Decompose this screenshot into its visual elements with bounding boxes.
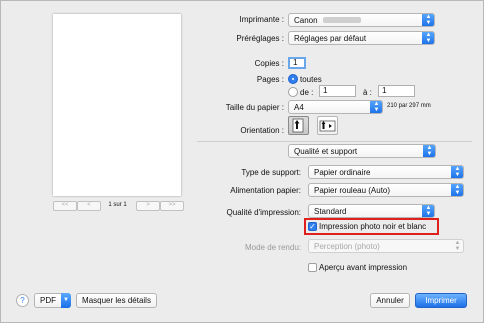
preview-prev-page-button[interactable]: < [77, 201, 101, 211]
preview-next-page-button[interactable]: > [136, 201, 160, 211]
orientation-landscape-button[interactable] [317, 116, 338, 135]
paper-source-value: Papier rouleau (Auto) [314, 186, 391, 195]
section-divider [197, 141, 472, 142]
portrait-icon [292, 118, 304, 133]
pages-to-label: à : [363, 88, 372, 97]
preview-first-page-button[interactable]: << [53, 201, 77, 211]
hide-details-button[interactable]: Masquer les détails [76, 293, 157, 308]
section-select[interactable]: Qualité et support ▲ ▼ [288, 144, 436, 158]
paper-size-value: A4 [294, 103, 304, 112]
orientation-label: Orientation : [240, 126, 284, 135]
chevron-updown-icon: ▲ ▼ [454, 240, 461, 252]
pages-from-input[interactable]: 1 [319, 85, 356, 97]
render-mode-label: Mode de rendu: [244, 243, 301, 252]
paper-size-dimensions: 210 par 297 mm [387, 103, 431, 109]
bw-photo-label: Impression photo noir et blanc [319, 222, 427, 231]
section-value: Qualité et support [294, 147, 358, 156]
paper-size-label: Taille du papier : [225, 103, 284, 112]
chevron-updown-icon: ▲ ▼ [422, 205, 434, 217]
chevron-updown-icon: ▲ ▼ [451, 184, 463, 196]
page-preview [53, 14, 181, 196]
chevron-down-icon: ▼ [61, 293, 71, 308]
presets-select[interactable]: Réglages par défaut ▲ ▼ [288, 31, 435, 45]
pages-range-radio[interactable] [288, 87, 298, 97]
media-type-label: Type de support: [241, 168, 301, 177]
print-quality-select[interactable]: Standard ▲ ▼ [308, 204, 435, 218]
printer-name-blur [323, 17, 361, 23]
presets-value: Réglages par défaut [294, 34, 367, 43]
media-type-select[interactable]: Papier ordinaire ▲ ▼ [308, 165, 464, 179]
bw-photo-checkbox[interactable]: ✓ [308, 222, 317, 231]
pages-all-label: toutes [300, 75, 322, 84]
printer-select[interactable]: Canon ▲ ▼ [288, 13, 435, 27]
printer-value: Canon [294, 16, 318, 25]
chevron-updown-icon: ▲ ▼ [370, 101, 382, 113]
print-button[interactable]: Imprimer [415, 293, 467, 308]
preview-checkbox-label: Aperçu avant impression [319, 263, 408, 272]
print-quality-label: Qualité d'impression: [226, 208, 301, 217]
landscape-icon [319, 120, 336, 132]
help-button[interactable]: ? [16, 294, 29, 307]
chevron-updown-icon: ▲ ▼ [423, 145, 435, 157]
preview-checkbox[interactable] [308, 263, 317, 272]
presets-label: Préréglages : [236, 34, 284, 43]
paper-size-select[interactable]: A4 ▲ ▼ [288, 100, 383, 114]
render-mode-select[interactable]: Perception (photo) ▲ ▼ [308, 239, 464, 253]
pages-to-input[interactable]: 1 [378, 85, 415, 97]
preview-page-indicator: 1 sur 1 [108, 202, 127, 208]
chevron-updown-icon: ▲ ▼ [422, 32, 434, 44]
pdf-menu-button[interactable]: PDF ▼ [34, 293, 71, 308]
orientation-portrait-button[interactable] [288, 116, 309, 135]
pages-from-label: de : [300, 88, 314, 97]
preview-last-page-button[interactable]: >> [160, 201, 184, 211]
paper-source-label: Alimentation papier: [230, 186, 301, 195]
pages-label: Pages : [256, 75, 284, 84]
render-mode-value: Perception (photo) [314, 242, 380, 251]
print-quality-value: Standard [314, 207, 347, 216]
chevron-updown-icon: ▲ ▼ [451, 166, 463, 178]
chevron-updown-icon: ▲ ▼ [422, 14, 434, 26]
cancel-button[interactable]: Annuler [370, 293, 410, 308]
pages-all-radio[interactable] [288, 74, 298, 84]
paper-source-select[interactable]: Papier rouleau (Auto) ▲ ▼ [308, 183, 464, 197]
media-type-value: Papier ordinaire [314, 168, 371, 177]
pdf-label: PDF [40, 296, 56, 305]
printer-label: Imprimante : [239, 15, 284, 24]
copies-input[interactable]: 1 [288, 57, 306, 69]
copies-label: Copies : [254, 59, 284, 68]
print-dialog: << < 1 sur 1 > >> Imprimante : Canon ▲ ▼ … [0, 0, 484, 323]
